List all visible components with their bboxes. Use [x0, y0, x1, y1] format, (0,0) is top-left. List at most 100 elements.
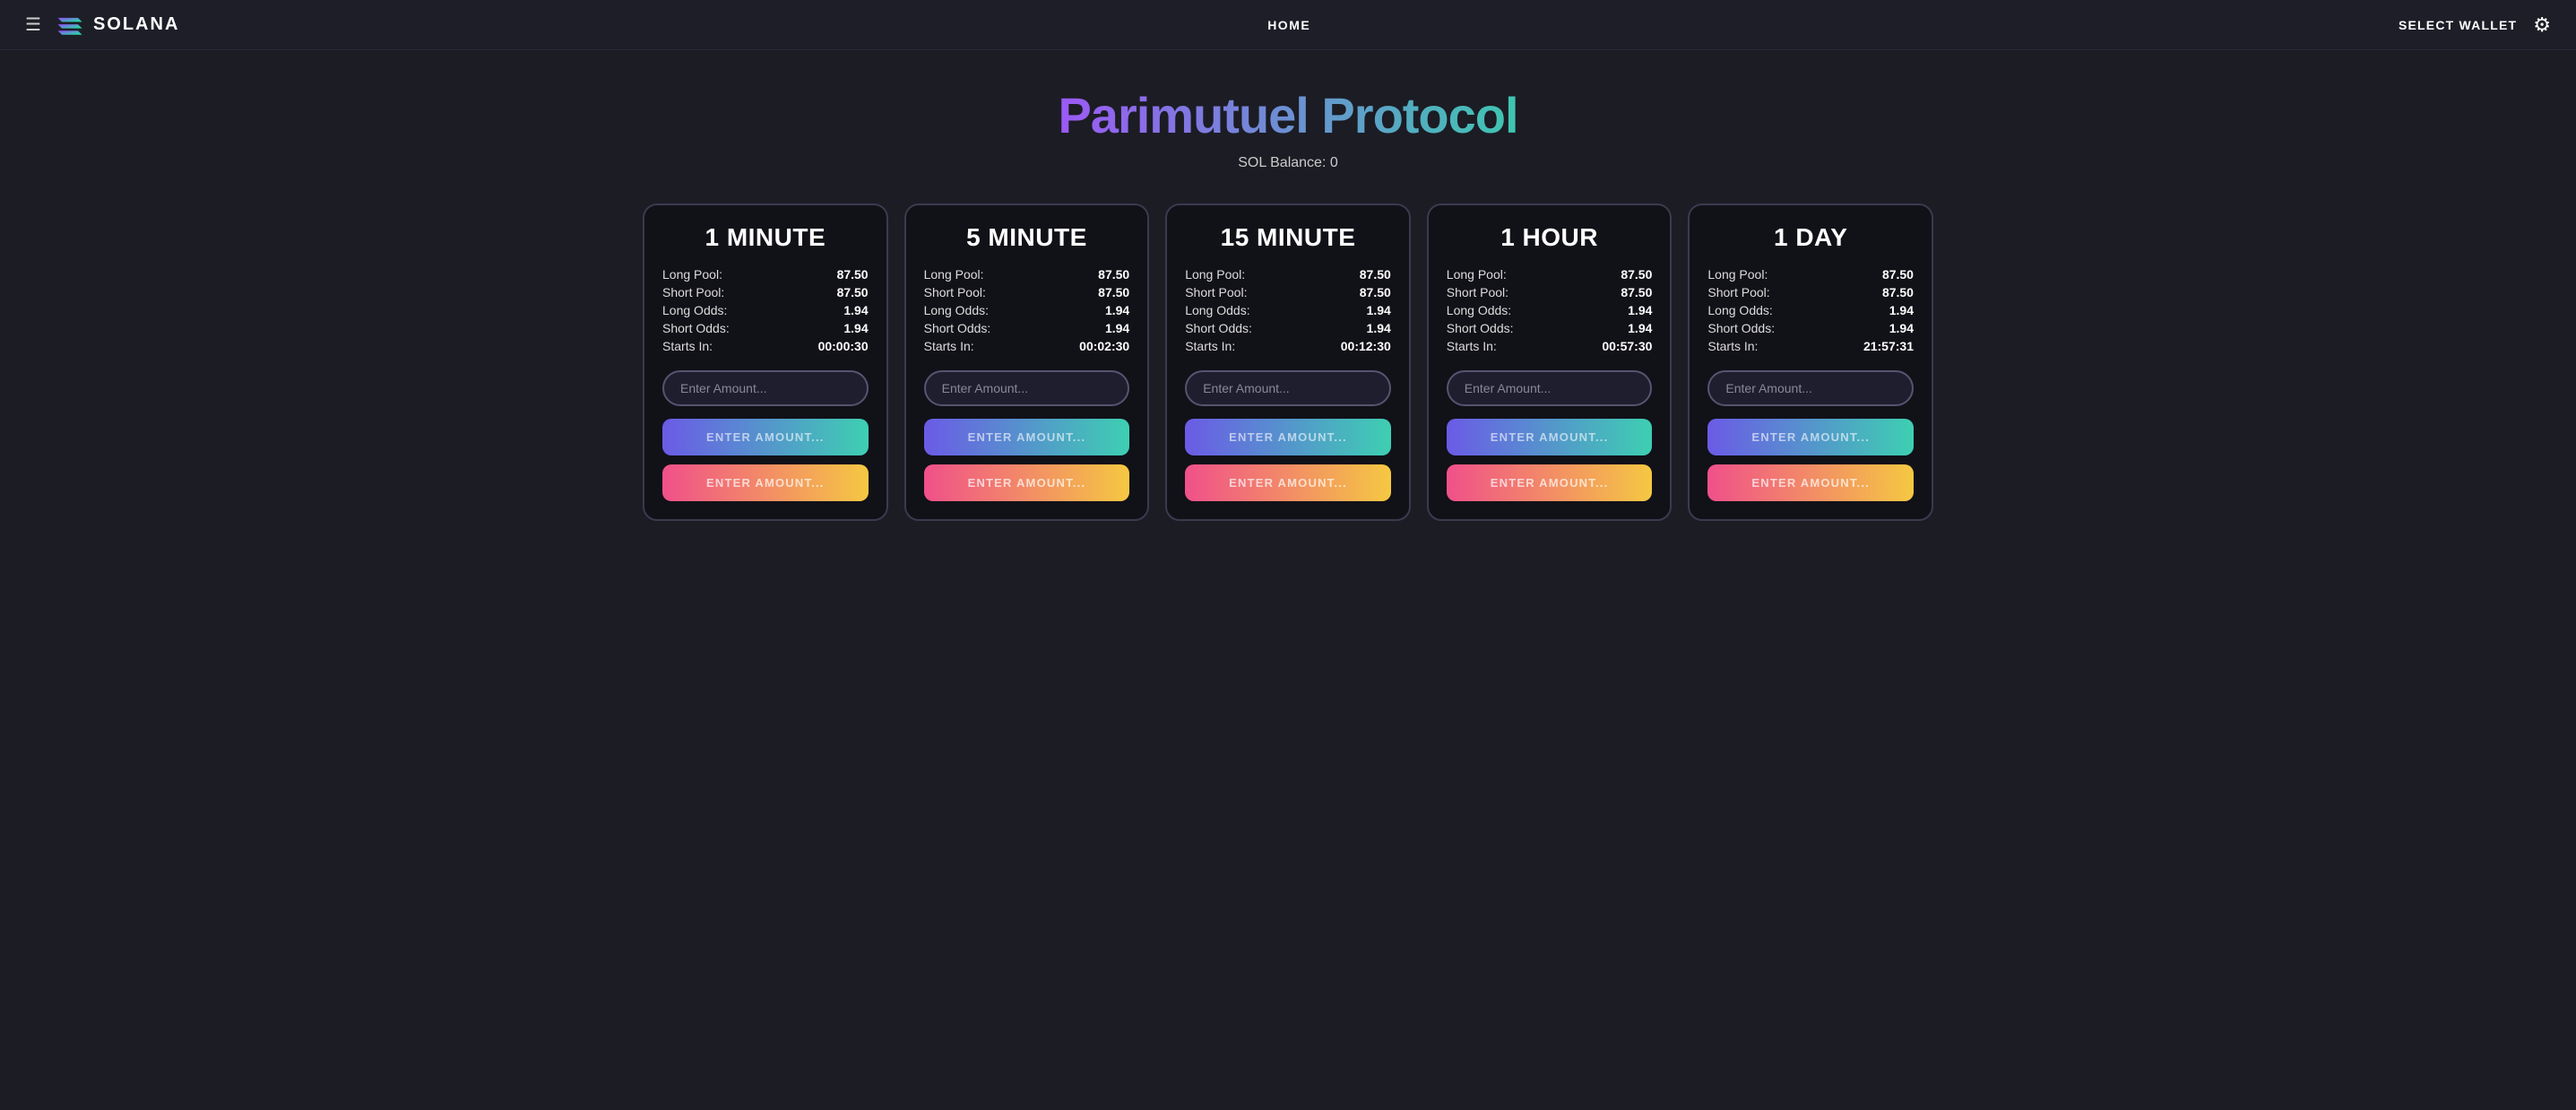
starts-in-row-2: Starts In: 00:12:30: [1185, 338, 1391, 354]
sol-balance: SOL Balance: 0: [1238, 155, 1337, 171]
card-title-3: 1 HOUR: [1447, 223, 1653, 252]
long-odds-row-4: Long Odds: 1.94: [1707, 302, 1914, 318]
long-odds-label-0: Long Odds:: [662, 303, 727, 317]
card-stats-3: Long Pool: 87.50 Short Pool: 87.50 Long …: [1447, 266, 1653, 354]
short-pool-label-1: Short Pool:: [924, 285, 986, 299]
short-pool-row-4: Short Pool: 87.50: [1707, 284, 1914, 300]
header-nav: HOME: [1267, 18, 1310, 32]
short-odds-row-1: Short Odds: 1.94: [924, 320, 1130, 336]
short-button-1[interactable]: ENTER AMOUNT...: [924, 464, 1130, 501]
card-0: 1 MINUTE Long Pool: 87.50 Short Pool: 87…: [643, 204, 888, 521]
short-pool-label-0: Short Pool:: [662, 285, 724, 299]
short-pool-value-4: 87.50: [1882, 285, 1914, 299]
short-odds-label-4: Short Odds:: [1707, 321, 1775, 335]
short-odds-label-0: Short Odds:: [662, 321, 730, 335]
card-3: 1 HOUR Long Pool: 87.50 Short Pool: 87.5…: [1427, 204, 1673, 521]
page-title: Parimutuel Protocol: [1058, 86, 1517, 144]
card-stats-1: Long Pool: 87.50 Short Pool: 87.50 Long …: [924, 266, 1130, 354]
short-pool-label-3: Short Pool:: [1447, 285, 1508, 299]
amount-input-0[interactable]: [662, 370, 869, 406]
logo-text: SOLANA: [93, 14, 179, 35]
short-pool-row-1: Short Pool: 87.50: [924, 284, 1130, 300]
card-title-4: 1 DAY: [1707, 223, 1914, 252]
starts-in-row-1: Starts In: 00:02:30: [924, 338, 1130, 354]
hamburger-icon[interactable]: ☰: [25, 13, 41, 36]
gear-icon[interactable]: ⚙: [2533, 13, 2551, 37]
short-odds-row-3: Short Odds: 1.94: [1447, 320, 1653, 336]
short-pool-row-0: Short Pool: 87.50: [662, 284, 869, 300]
long-odds-label-3: Long Odds:: [1447, 303, 1511, 317]
short-button-0[interactable]: ENTER AMOUNT...: [662, 464, 869, 501]
header-right: SELECT WALLET ⚙: [2399, 13, 2551, 37]
select-wallet-button[interactable]: SELECT WALLET: [2399, 18, 2517, 32]
starts-in-value-2: 00:12:30: [1341, 339, 1391, 353]
long-odds-label-4: Long Odds:: [1707, 303, 1772, 317]
short-odds-label-1: Short Odds:: [924, 321, 991, 335]
long-odds-label-2: Long Odds:: [1185, 303, 1249, 317]
long-odds-row-0: Long Odds: 1.94: [662, 302, 869, 318]
starts-in-value-1: 00:02:30: [1079, 339, 1129, 353]
card-title-1: 5 MINUTE: [924, 223, 1130, 252]
short-odds-row-0: Short Odds: 1.94: [662, 320, 869, 336]
short-button-4[interactable]: ENTER AMOUNT...: [1707, 464, 1914, 501]
long-odds-value-2: 1.94: [1367, 303, 1391, 317]
card-4: 1 DAY Long Pool: 87.50 Short Pool: 87.50…: [1688, 204, 1933, 521]
long-odds-row-1: Long Odds: 1.94: [924, 302, 1130, 318]
long-pool-row-0: Long Pool: 87.50: [662, 266, 869, 282]
starts-in-value-0: 00:00:30: [818, 339, 869, 353]
starts-in-value-4: 21:57:31: [1863, 339, 1914, 353]
long-odds-row-3: Long Odds: 1.94: [1447, 302, 1653, 318]
long-button-1[interactable]: ENTER AMOUNT...: [924, 419, 1130, 455]
long-button-2[interactable]: ENTER AMOUNT...: [1185, 419, 1391, 455]
long-odds-value-3: 1.94: [1628, 303, 1652, 317]
long-odds-label-1: Long Odds:: [924, 303, 989, 317]
long-button-3[interactable]: ENTER AMOUNT...: [1447, 419, 1653, 455]
short-odds-label-2: Short Odds:: [1185, 321, 1252, 335]
short-odds-row-4: Short Odds: 1.94: [1707, 320, 1914, 336]
short-pool-row-2: Short Pool: 87.50: [1185, 284, 1391, 300]
card-title-0: 1 MINUTE: [662, 223, 869, 252]
amount-input-4[interactable]: [1707, 370, 1914, 406]
short-pool-value-1: 87.50: [1098, 285, 1129, 299]
amount-input-3[interactable]: [1447, 370, 1653, 406]
long-pool-value-3: 87.50: [1621, 267, 1652, 282]
header-left: ☰ SOLANA: [25, 13, 179, 38]
amount-input-1[interactable]: [924, 370, 1130, 406]
short-odds-row-2: Short Odds: 1.94: [1185, 320, 1391, 336]
short-pool-label-4: Short Pool:: [1707, 285, 1769, 299]
long-button-0[interactable]: ENTER AMOUNT...: [662, 419, 869, 455]
starts-in-row-0: Starts In: 00:00:30: [662, 338, 869, 354]
amount-input-2[interactable]: [1185, 370, 1391, 406]
starts-in-label-4: Starts In:: [1707, 339, 1758, 353]
long-pool-value-4: 87.50: [1882, 267, 1914, 282]
long-pool-value-2: 87.50: [1360, 267, 1391, 282]
short-pool-row-3: Short Pool: 87.50: [1447, 284, 1653, 300]
card-stats-4: Long Pool: 87.50 Short Pool: 87.50 Long …: [1707, 266, 1914, 354]
main-content: Parimutuel Protocol SOL Balance: 0 1 MIN…: [0, 50, 2576, 557]
short-pool-value-2: 87.50: [1360, 285, 1391, 299]
short-odds-label-3: Short Odds:: [1447, 321, 1514, 335]
logo: SOLANA: [54, 13, 179, 38]
long-button-4[interactable]: ENTER AMOUNT...: [1707, 419, 1914, 455]
short-button-2[interactable]: ENTER AMOUNT...: [1185, 464, 1391, 501]
starts-in-label-2: Starts In:: [1185, 339, 1235, 353]
long-pool-value-1: 87.50: [1098, 267, 1129, 282]
long-pool-label-2: Long Pool:: [1185, 267, 1245, 282]
long-pool-value-0: 87.50: [837, 267, 869, 282]
nav-home-label[interactable]: HOME: [1267, 18, 1310, 32]
starts-in-value-3: 00:57:30: [1602, 339, 1652, 353]
solana-logo-icon: [54, 13, 86, 38]
starts-in-row-3: Starts In: 00:57:30: [1447, 338, 1653, 354]
short-odds-value-4: 1.94: [1889, 321, 1914, 335]
long-odds-row-2: Long Odds: 1.94: [1185, 302, 1391, 318]
card-stats-0: Long Pool: 87.50 Short Pool: 87.50 Long …: [662, 266, 869, 354]
short-odds-value-1: 1.94: [1105, 321, 1129, 335]
cards-row: 1 MINUTE Long Pool: 87.50 Short Pool: 87…: [643, 204, 1933, 521]
short-odds-value-3: 1.94: [1628, 321, 1652, 335]
card-stats-2: Long Pool: 87.50 Short Pool: 87.50 Long …: [1185, 266, 1391, 354]
short-button-3[interactable]: ENTER AMOUNT...: [1447, 464, 1653, 501]
starts-in-row-4: Starts In: 21:57:31: [1707, 338, 1914, 354]
long-pool-label-0: Long Pool:: [662, 267, 722, 282]
long-pool-row-2: Long Pool: 87.50: [1185, 266, 1391, 282]
starts-in-label-0: Starts In:: [662, 339, 713, 353]
